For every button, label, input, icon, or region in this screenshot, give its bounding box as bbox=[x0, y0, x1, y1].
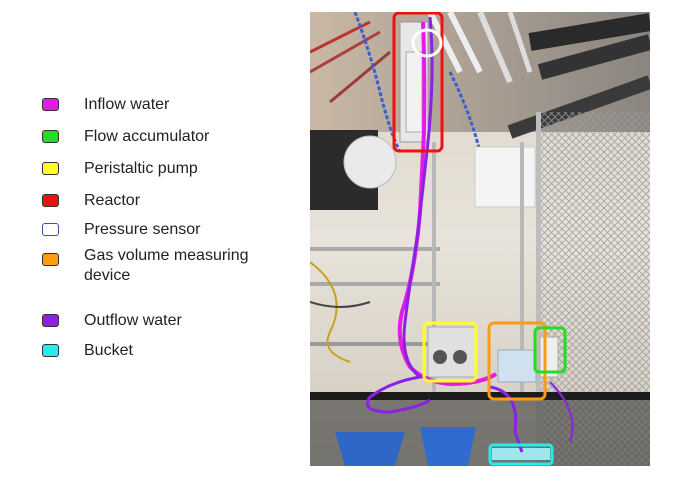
bench-top bbox=[310, 392, 650, 400]
gas-device-body bbox=[497, 349, 537, 383]
legend-label-peristaltic-pump: Peristaltic pump bbox=[84, 160, 198, 177]
lab-setup-photo bbox=[310, 12, 650, 466]
legend-swatch-reactor bbox=[42, 194, 59, 207]
pump-head bbox=[433, 350, 447, 364]
legend-label-reactor: Reactor bbox=[84, 192, 141, 209]
bucket-middle bbox=[420, 427, 476, 466]
legend-label-gas-volume-device: Gas volume measuring device bbox=[84, 247, 249, 284]
legend-swatch-peristaltic-pump bbox=[42, 162, 59, 175]
legend-label-inflow-water: Inflow water bbox=[84, 96, 170, 113]
bucket-left bbox=[335, 432, 405, 466]
legend-label-bucket: Bucket bbox=[84, 342, 133, 359]
legend-label-flow-accumulator: Flow accumulator bbox=[84, 128, 210, 145]
legend-swatch-outflow-water bbox=[42, 314, 59, 327]
reactor-tube bbox=[405, 51, 423, 133]
legend-swatch-gas-volume-device bbox=[42, 253, 59, 266]
wall-gauge bbox=[343, 135, 397, 189]
legend-swatch-inflow-water bbox=[42, 98, 59, 111]
lab-setup-illustration bbox=[310, 12, 650, 466]
wall-sign bbox=[474, 146, 536, 208]
legend-swatch-flow-accumulator bbox=[42, 130, 59, 143]
pump-head-2 bbox=[453, 350, 467, 364]
legend-label-pressure-sensor: Pressure sensor bbox=[84, 221, 201, 238]
legend-label-outflow-water: Outflow water bbox=[84, 312, 182, 329]
legend-swatch-bucket bbox=[42, 344, 59, 357]
legend-swatch-pressure-sensor bbox=[42, 223, 59, 236]
legend: Inflow water Flow accumulator Peristalti… bbox=[0, 0, 300, 481]
